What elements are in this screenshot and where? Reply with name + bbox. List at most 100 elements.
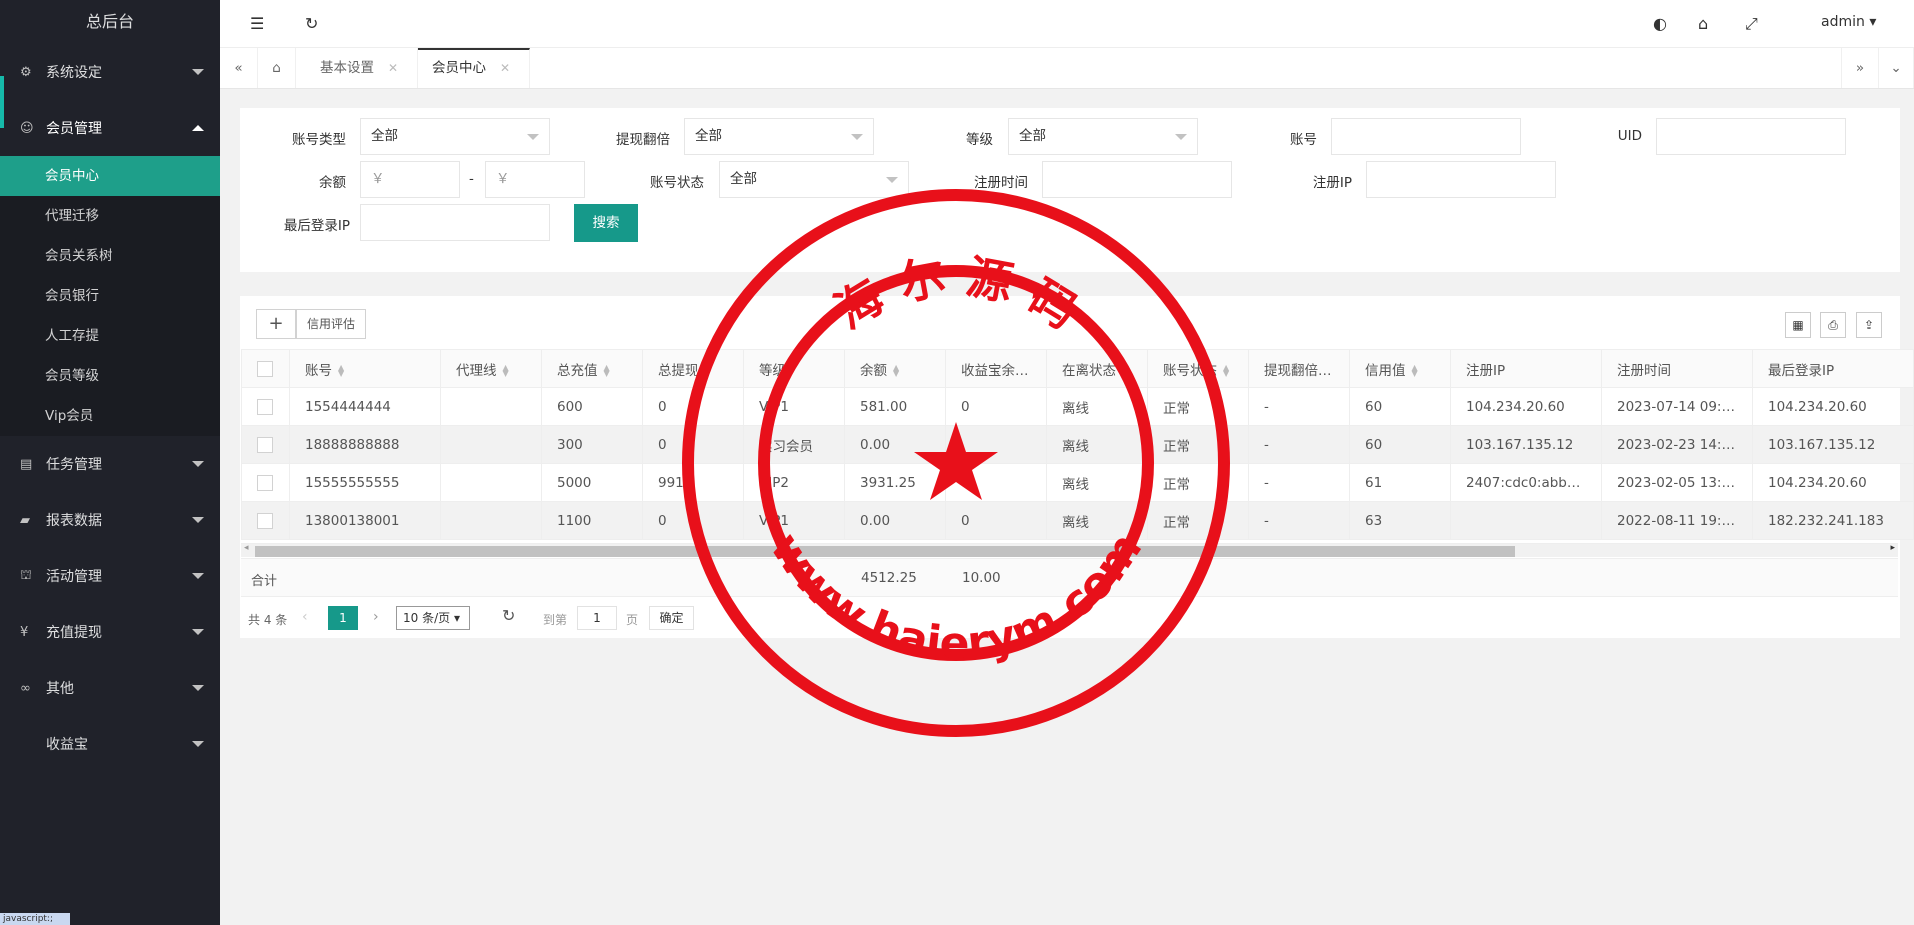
col-header[interactable]: 账号 ▲ ▼: [289, 349, 441, 388]
sidebar-item-vip-member[interactable]: Vip会员: [0, 396, 220, 436]
table-cell: 2023-02-23 14:2...: [1601, 425, 1753, 464]
tabs-scroll-right-icon[interactable]: »: [1841, 48, 1879, 88]
next-page-icon[interactable]: ›: [373, 609, 379, 625]
summary-row: 合计 4512.25 10.00: [241, 558, 1898, 597]
col-header[interactable]: 账号状态 ▲ ▼: [1147, 349, 1249, 388]
row-checkbox[interactable]: [257, 474, 273, 491]
tabs-dropdown-icon[interactable]: ⌄: [1879, 48, 1914, 88]
col-header[interactable]: 代理线 ▲ ▼: [440, 349, 542, 388]
balance-max-input[interactable]: ￥: [485, 161, 585, 198]
col-header[interactable]: 信用值 ▲ ▼: [1349, 349, 1451, 388]
home-tab-icon[interactable]: ⌂: [258, 48, 296, 88]
select-all-checkbox[interactable]: [257, 360, 273, 377]
sidebar-group-recharge[interactable]: ¥ 充值提现: [0, 604, 220, 660]
col-header[interactable]: 提现翻倍... ▲ ▼: [1248, 349, 1350, 388]
sidebar-item-member-center[interactable]: 会员中心: [0, 156, 220, 196]
table-row[interactable]: 13800138001 1100 0 VIP1 0.00 0 离线 正常 -63 2022-08-…: [241, 501, 1914, 540]
level-select[interactable]: 全部: [1008, 118, 1198, 155]
theme-palette-icon[interactable]: ◐: [1653, 14, 1667, 33]
sidebar-group-activity[interactable]: ⛫ 活动管理: [0, 548, 220, 604]
col-header[interactable]: 余额 ▲ ▼: [844, 349, 946, 388]
account-type-select[interactable]: 全部: [360, 118, 550, 155]
refresh-icon[interactable]: ↻: [305, 14, 318, 33]
user-menu[interactable]: admin ▾: [1821, 14, 1876, 30]
table-cell: 103.167.135.12: [1752, 425, 1914, 464]
close-icon[interactable]: ✕: [500, 61, 510, 75]
table-cell: -: [1248, 387, 1350, 426]
link-icon: ∞: [20, 680, 31, 696]
table-cell: 15555555555: [289, 463, 441, 502]
uid-input[interactable]: [1656, 118, 1846, 155]
scroll-left-icon[interactable]: ◂: [244, 543, 249, 553]
sidebar-item-member-level[interactable]: 会员等级: [0, 356, 220, 396]
search-button[interactable]: 搜索: [574, 204, 638, 242]
table-cell: 63: [1349, 501, 1451, 540]
sidebar-group-members[interactable]: ☺ 会员管理: [0, 100, 220, 156]
tag-icon[interactable]: ⌂: [1698, 14, 1708, 33]
username: admin: [1821, 14, 1865, 30]
scrollbar-thumb[interactable]: [255, 546, 1515, 557]
export-icon[interactable]: ⇪: [1856, 312, 1882, 338]
gear-icon: ⚙: [20, 64, 32, 80]
columns-filter-icon[interactable]: ▦: [1785, 312, 1811, 338]
balance-min-input[interactable]: ￥: [360, 161, 460, 198]
withdraw-multiple-select[interactable]: 全部: [684, 118, 874, 155]
sidebar-item-member-tree[interactable]: 会员关系树: [0, 236, 220, 276]
page-number-current[interactable]: 1: [328, 606, 358, 630]
sidebar-item-manual-deposit[interactable]: 人工存提: [0, 316, 220, 356]
col-header[interactable]: 收益宝余... ▲ ▼: [945, 349, 1047, 388]
tab-basic-settings[interactable]: 基本设置 ✕: [296, 48, 418, 88]
register-ip-input[interactable]: [1366, 161, 1556, 198]
tabs-scroll-left-icon[interactable]: «: [220, 48, 258, 88]
col-header[interactable]: 总充值 ▲ ▼: [541, 349, 643, 388]
last-login-ip-input[interactable]: [360, 204, 550, 241]
table-row[interactable]: 1554444444 600 0 VIP1 581.00 0 离线 正常 -60 104.234.…: [241, 387, 1914, 426]
account-input[interactable]: [1331, 118, 1521, 155]
sidebar-group-label: 其他: [46, 681, 74, 697]
col-header: 最后登录IP: [1752, 349, 1914, 388]
page-refresh-icon[interactable]: ↻: [502, 606, 515, 625]
filter-label: UID: [1617, 128, 1642, 144]
fullscreen-icon[interactable]: ⤢: [1745, 14, 1758, 34]
chevron-down-icon: [192, 517, 204, 523]
close-icon[interactable]: ✕: [388, 61, 398, 75]
table-cell: [440, 387, 542, 426]
sidebar-item-member-bank[interactable]: 会员银行: [0, 276, 220, 316]
col-header[interactable]: 总提现 ▲ ▼: [642, 349, 744, 388]
table-row[interactable]: 18888888888 300 0 实习会员 0.00 离线 正常 -60 103.167.13…: [241, 425, 1914, 464]
print-icon[interactable]: ⎙: [1820, 312, 1846, 338]
tab-member-center[interactable]: 会员中心 ✕: [418, 48, 530, 88]
page-size-select[interactable]: 10 条/页 ▾: [396, 606, 470, 630]
menu-collapse-icon[interactable]: ☰: [250, 14, 264, 33]
sidebar-group-tasks[interactable]: ▤ 任务管理: [0, 436, 220, 492]
sidebar-group-yield[interactable]: 收益宝: [0, 716, 220, 772]
summary-label: 合计: [251, 574, 278, 589]
scroll-right-icon[interactable]: ▸: [1890, 543, 1895, 553]
register-time-input[interactable]: [1042, 161, 1232, 198]
sidebar-group-system[interactable]: ⚙ 系统设定: [0, 44, 220, 100]
report-icon: ▰: [20, 512, 30, 528]
sort-icon: ▲ ▼: [893, 362, 900, 378]
sidebar-group-reports[interactable]: ▰ 报表数据: [0, 492, 220, 548]
table-cell: 0.00: [844, 425, 946, 464]
account-status-select[interactable]: 全部: [719, 161, 909, 198]
table-cell: 60: [1349, 387, 1451, 426]
row-checkbox[interactable]: [257, 398, 273, 415]
goto-confirm-button[interactable]: 确定: [649, 606, 694, 630]
prev-page-icon[interactable]: ‹: [302, 609, 308, 625]
row-checkbox[interactable]: [257, 436, 273, 453]
chevron-down-icon: [192, 629, 204, 635]
task-icon: ▤: [20, 456, 33, 472]
add-button[interactable]: +: [256, 309, 296, 339]
tab-bar: « ⌂ 基本设置 ✕ 会员中心 ✕ » ⌄: [220, 48, 1914, 89]
table-cell: 60: [1349, 425, 1451, 464]
row-checkbox[interactable]: [257, 512, 273, 529]
credit-assess-button[interactable]: 信用评估: [296, 309, 366, 339]
table-row[interactable]: 15555555555 5000 991 VIP2 3931.25 离线 正常 -61 2407…: [241, 463, 1914, 502]
horizontal-scrollbar[interactable]: ◂ ▸: [241, 543, 1898, 557]
sidebar-group-other[interactable]: ∞ 其他: [0, 660, 220, 716]
sidebar-submenu: 会员中心 代理迁移 会员关系树 会员银行 人工存提 会员等级 Vip会员: [0, 156, 220, 436]
goto-page-input[interactable]: 1: [577, 606, 617, 630]
sidebar-item-agent-migrate[interactable]: 代理迁移: [0, 196, 220, 236]
table-cell: 104.234.20.60: [1752, 463, 1914, 502]
